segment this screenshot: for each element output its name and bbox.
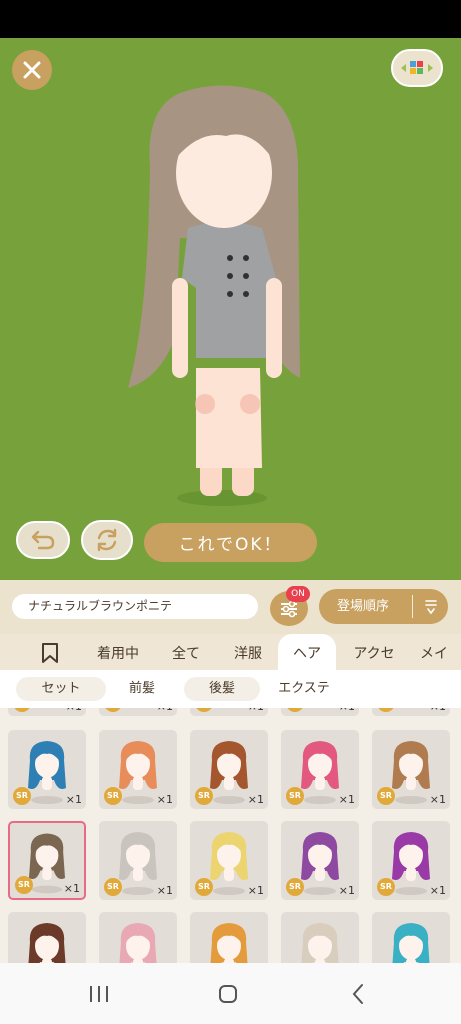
sr-badge: SR: [195, 787, 213, 805]
sort-label: 登場順序: [337, 599, 390, 614]
hair-preview-icon: [301, 923, 339, 963]
hair-item-card[interactable]: SR ×1: [8, 730, 86, 809]
sr-badge: SR: [15, 876, 33, 894]
item-quantity: ×1: [248, 708, 264, 713]
item-quantity: ×1: [247, 793, 264, 806]
filter-on-badge: ON: [286, 586, 310, 602]
hair-item-card[interactable]: SR ×1: [281, 821, 359, 900]
item-quantity: ×1: [429, 884, 446, 897]
undo-button[interactable]: [16, 521, 70, 559]
refresh-icon: [97, 528, 117, 552]
tab-wearing[interactable]: 着用中: [88, 634, 148, 670]
home-icon: [219, 985, 237, 1003]
item-quantity: ×1: [156, 793, 173, 806]
item-toolbar: ナチュラルブラウンポニテ ON 登場順序: [0, 580, 461, 634]
sr-badge: SR: [286, 708, 304, 712]
selected-item-name: ナチュラルブラウンポニテ: [12, 594, 258, 619]
back-button[interactable]: [343, 981, 373, 1007]
hair-preview-icon: [119, 923, 157, 963]
status-bar: [0, 0, 461, 38]
subtab-bangs[interactable]: 前髪: [108, 677, 176, 701]
avatar-character: [128, 85, 300, 506]
confirm-ok-button[interactable]: これでOK！: [144, 523, 317, 562]
back-icon: [352, 984, 363, 1004]
sr-badge: SR: [286, 878, 304, 896]
hair-item-card[interactable]: SR ×1: [281, 730, 359, 809]
sort-divider: [412, 595, 413, 618]
bookmark-icon: [42, 643, 58, 663]
hair-item-card[interactable]: [190, 912, 268, 963]
sort-arrow-icon: [419, 589, 443, 624]
hair-item-card[interactable]: SR ×1: [99, 730, 177, 809]
tab-bookmark[interactable]: [30, 634, 70, 670]
hair-item-card[interactable]: SR ×1: [372, 730, 450, 809]
hair-item-card[interactable]: SR ×1: [372, 821, 450, 900]
hair-subtabs: セット 前髪 後髪 エクステ: [0, 670, 461, 708]
home-button[interactable]: [213, 981, 243, 1007]
tab-makeup[interactable]: メイ: [420, 634, 461, 670]
hair-item-card[interactable]: SR ×1: [99, 708, 177, 716]
sliders-icon: [281, 600, 297, 617]
item-quantity: ×1: [247, 884, 264, 897]
sr-badge: SR: [377, 878, 395, 896]
hair-item-card[interactable]: [99, 912, 177, 963]
hair-item-card[interactable]: [8, 912, 86, 963]
sr-badge: SR: [195, 878, 213, 896]
item-quantity: ×1: [338, 884, 355, 897]
hair-item-card[interactable]: SR ×1: [372, 708, 450, 716]
hair-item-card[interactable]: SR ×1: [8, 708, 86, 716]
hair-item-card[interactable]: SR ×1: [281, 708, 359, 716]
hair-item-card-selected[interactable]: SR ×1: [8, 821, 86, 900]
recent-apps-button[interactable]: [84, 981, 114, 1007]
hair-item-card[interactable]: [372, 912, 450, 963]
item-quantity: ×1: [429, 793, 446, 806]
avatar-stage: これでOK！: [0, 38, 461, 580]
sr-badge: SR: [13, 708, 31, 712]
sr-badge: SR: [286, 787, 304, 805]
recent-apps-icon: [90, 986, 108, 1002]
undo-icon: [31, 530, 55, 550]
randomize-button[interactable]: [81, 520, 133, 560]
tab-clothes[interactable]: 洋服: [222, 634, 274, 670]
hair-preview-icon: [28, 923, 66, 963]
item-quantity: ×1: [338, 793, 355, 806]
sort-dropdown[interactable]: 登場順序: [319, 589, 448, 624]
tab-accessory[interactable]: アクセ: [344, 634, 404, 670]
hair-preview-icon: [392, 923, 430, 963]
sr-badge: SR: [13, 787, 31, 805]
sr-badge: SR: [104, 787, 122, 805]
hair-item-grid: SR ×1 SR ×1 SR ×1 SR ×1 SR ×1 SR ×1 SR ×1 SR ×1 …: [0, 708, 461, 963]
item-quantity: ×1: [156, 884, 173, 897]
system-nav-bar: [0, 963, 461, 1024]
item-quantity: ×1: [66, 708, 82, 713]
sr-badge: SR: [104, 708, 122, 712]
sr-badge: SR: [195, 708, 213, 712]
item-quantity: ×1: [339, 708, 355, 713]
sr-badge: SR: [377, 708, 395, 712]
item-quantity: ×1: [157, 708, 173, 713]
category-tabs: 着用中 全て 洋服 ヘア アクセ メイ: [0, 634, 461, 670]
tab-hair[interactable]: ヘア: [278, 634, 336, 670]
hair-item-card[interactable]: [281, 912, 359, 963]
subtab-extensions[interactable]: エクステ: [264, 677, 344, 701]
tab-all[interactable]: 全て: [160, 634, 212, 670]
subtab-back-hair[interactable]: 後髪: [184, 677, 260, 701]
item-quantity: ×1: [430, 708, 446, 713]
sr-badge: SR: [377, 787, 395, 805]
hair-item-card[interactable]: SR ×1: [190, 821, 268, 900]
item-quantity: ×1: [65, 793, 82, 806]
item-quantity: ×1: [63, 882, 80, 895]
hair-item-card[interactable]: SR ×1: [99, 821, 177, 900]
hair-item-card[interactable]: SR ×1: [190, 708, 268, 716]
sr-badge: SR: [104, 878, 122, 896]
hair-item-card[interactable]: SR ×1: [190, 730, 268, 809]
subtab-set[interactable]: セット: [16, 677, 106, 701]
hair-preview-icon: [210, 923, 248, 963]
